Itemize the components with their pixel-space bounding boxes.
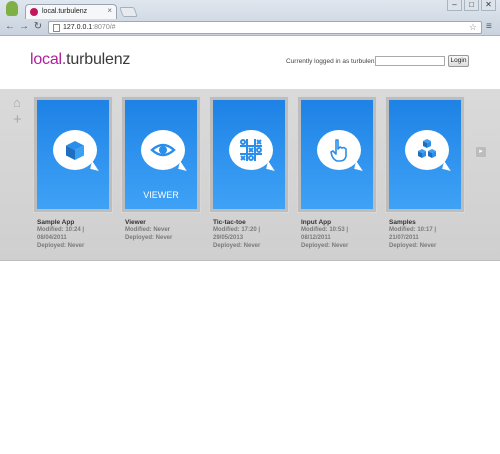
tab-strip: local.turbulenz × – □ ✕	[0, 0, 500, 19]
project-tile[interactable]	[298, 97, 376, 212]
project-tile[interactable]: VIEWER	[122, 97, 200, 212]
project-deployed: Deployed: Never	[213, 243, 261, 249]
home-icon[interactable]: ⌂	[13, 95, 21, 110]
tab-title: local.turbulenz	[42, 8, 88, 15]
project-tile[interactable]	[34, 97, 112, 212]
browser-chrome: local.turbulenz × – □ ✕ ← → ↻ 127.0.0.1:…	[0, 0, 500, 36]
project-card-sample-app[interactable]: Sample App Modified: 10:24 | 08/04/2011 …	[34, 97, 112, 250]
project-card-input-app[interactable]: Input App Modified: 10:53 | 08/12/2011 D…	[298, 97, 376, 250]
project-modified: Modified: 10:24 | 08/04/2011	[37, 227, 85, 241]
page: local.turbulenz Currently logged in as t…	[0, 36, 500, 454]
project-card-tic-tac-toe[interactable]: Tic-tac-toe Modified: 17:20 | 29/05/2013…	[210, 97, 288, 250]
pointer-hand-icon	[330, 139, 347, 162]
back-arrow-icon[interactable]: ←	[4, 21, 16, 32]
project-modified: Modified: 10:17 | 21/07/2011	[389, 227, 437, 241]
forward-arrow-icon[interactable]: →	[18, 21, 30, 32]
next-page-arrow-icon[interactable]: ▸	[476, 147, 486, 157]
login-status: Currently logged in as turbulenz	[286, 58, 378, 65]
project-name: Viewer	[125, 219, 146, 226]
project-tile[interactable]	[210, 97, 288, 212]
page-header: local.turbulenz Currently logged in as t…	[0, 36, 500, 89]
eye-icon	[150, 143, 176, 157]
speech-bubble	[141, 130, 185, 170]
url-host: 127.0.0.1	[63, 24, 93, 31]
browser-tab[interactable]: local.turbulenz ×	[25, 4, 117, 19]
reload-icon[interactable]: ↻	[32, 21, 44, 32]
cube-icon	[66, 141, 84, 160]
close-window-button[interactable]: ✕	[481, 0, 496, 11]
login-input[interactable]	[375, 56, 445, 66]
logo-local: local	[30, 51, 62, 68]
project-deployed: Deployed: Never	[301, 243, 349, 249]
project-deployed: Deployed: Never	[389, 243, 437, 249]
cubes-icon	[418, 139, 436, 158]
project-name: Tic-tac-toe	[213, 219, 246, 226]
browser-toolbar: ← → ↻ 127.0.0.1:8070/# ☆ ≡	[0, 19, 500, 36]
project-card-samples[interactable]: Samples Modified: 10:17 | 21/07/2011 Dep…	[386, 97, 464, 250]
project-modified: Modified: Never	[125, 227, 171, 233]
project-deployed: Deployed: Never	[125, 235, 173, 241]
tic-tac-toe-icon	[240, 139, 262, 161]
project-deployed: Deployed: Never	[37, 243, 85, 249]
project-modified: Modified: 10:53 | 08/12/2011	[301, 227, 349, 241]
project-name: Input App	[301, 219, 332, 226]
turbulenz-favicon-icon	[30, 8, 38, 16]
url-path: :8070/#	[92, 24, 116, 31]
add-project-icon[interactable]: +	[13, 111, 22, 128]
menu-icon[interactable]: ≡	[486, 21, 492, 32]
login-button[interactable]: Login	[448, 55, 469, 67]
speech-bubble	[317, 130, 361, 170]
project-name: Sample App	[37, 219, 75, 226]
minimize-button[interactable]: –	[447, 0, 462, 11]
logo-turbulenz: turbulenz	[66, 51, 131, 68]
speech-bubble	[229, 130, 273, 170]
page-icon	[53, 24, 60, 32]
speech-bubble	[53, 130, 97, 170]
new-tab-button[interactable]	[119, 7, 138, 17]
speech-bubble	[405, 130, 449, 170]
tab-close-icon[interactable]: ×	[107, 6, 112, 15]
app-badge-icon	[6, 1, 18, 16]
project-gallery: ⌂ + Sample App Modified: 10:24 | 08/04/2…	[0, 89, 500, 261]
project-card-viewer[interactable]: VIEWER Viewer Modified: Never Deployed: …	[122, 97, 200, 242]
project-name: Samples	[389, 219, 416, 226]
address-bar[interactable]: 127.0.0.1:8070/# ☆	[48, 21, 482, 34]
maximize-button[interactable]: □	[464, 0, 479, 11]
tile-caption: VIEWER	[143, 190, 179, 200]
logo[interactable]: local.turbulenz	[30, 51, 130, 69]
project-tile[interactable]	[386, 97, 464, 212]
bookmark-star-icon[interactable]: ☆	[469, 22, 477, 33]
project-modified: Modified: 17:20 | 29/05/2013	[213, 227, 261, 241]
window-controls: – □ ✕	[447, 0, 496, 11]
